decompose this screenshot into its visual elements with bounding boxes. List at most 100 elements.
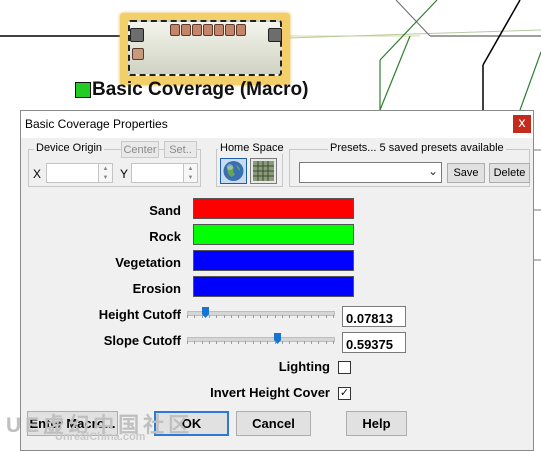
node-output-port[interactable] (268, 28, 282, 42)
lighting-label: Lighting (278, 359, 330, 374)
node-side-port[interactable] (132, 48, 144, 60)
y-spin-arrows[interactable]: ▲ ▼ (183, 164, 197, 182)
height-cutoff-slider[interactable] (187, 307, 335, 323)
slider-tick (289, 315, 290, 318)
node-input-port[interactable] (130, 28, 144, 42)
globe-icon (223, 161, 244, 181)
presets-dropdown[interactable]: ⌄ (299, 162, 442, 183)
slider-tick (326, 315, 327, 318)
slider-tick (253, 315, 254, 318)
watermark-url: UnrealChina.com (55, 431, 146, 443)
node-top-port[interactable] (225, 24, 235, 36)
slider-tick (194, 315, 195, 318)
slider-tick (289, 341, 290, 344)
sand-color-swatch[interactable] (193, 198, 354, 219)
slider-tick (209, 341, 210, 344)
dialog-title: Basic Coverage Properties (25, 117, 168, 131)
center-button[interactable]: Center (121, 141, 159, 158)
slider-tick (231, 315, 232, 318)
device-origin-label: Device Origin (34, 142, 105, 154)
y-label: Y (120, 167, 129, 181)
slider-tick (275, 315, 276, 318)
slider-tick (333, 315, 334, 318)
node-status-icon (75, 82, 91, 98)
close-button[interactable]: x (513, 115, 531, 133)
vegetation-label: Vegetation (115, 255, 181, 270)
chevron-down-icon: ⌄ (427, 164, 438, 178)
slider-tick (245, 315, 246, 318)
slider-tick (333, 341, 334, 344)
slider-tick (216, 341, 217, 344)
slider-tick (267, 341, 268, 344)
delete-preset-button[interactable]: Delete (489, 163, 530, 183)
lighting-checkbox[interactable] (338, 361, 351, 374)
slider-tick (282, 341, 283, 344)
properties-dialog: Basic Coverage Properties x Device Origi… (20, 110, 534, 451)
sand-label: Sand (149, 203, 181, 218)
node-top-port[interactable] (236, 24, 246, 36)
slider-tick (275, 341, 276, 344)
erosion-label: Erosion (132, 281, 181, 296)
node-top-port[interactable] (192, 24, 202, 36)
slider-tick (260, 315, 261, 318)
macro-node[interactable] (128, 20, 282, 76)
slider-tick (231, 341, 232, 344)
y-spinbox[interactable]: ▲ ▼ (131, 163, 198, 183)
grid-space-button[interactable] (250, 158, 277, 184)
slider-tick (238, 341, 239, 344)
globe-space-button[interactable] (220, 158, 247, 184)
x-spin-arrows[interactable]: ▲ ▼ (98, 164, 112, 182)
slider-tick (318, 315, 319, 318)
slider-tick (304, 315, 305, 318)
slider-tick (224, 315, 225, 318)
slider-tick (253, 341, 254, 344)
home-space-label: Home Space (218, 142, 286, 154)
slope-cutoff-value[interactable]: 0.59375 (342, 332, 406, 353)
slope-cutoff-slider[interactable] (187, 333, 335, 349)
slider-tick (267, 315, 268, 318)
set-button[interactable]: Set.. (164, 141, 197, 158)
node-top-port[interactable] (203, 24, 213, 36)
slider-tick (202, 341, 203, 344)
invert-height-cover-checkbox[interactable]: ✓ (338, 387, 351, 400)
x-label: X (33, 167, 42, 181)
slider-tick (238, 315, 239, 318)
slope-cutoff-label: Slope Cutoff (103, 333, 181, 348)
rock-label: Rock (149, 229, 181, 244)
cancel-button[interactable]: Cancel (236, 411, 311, 436)
height-cutoff-value[interactable]: 0.07813 (342, 306, 406, 327)
slider-tick (311, 315, 312, 318)
x-spinbox[interactable]: ▲ ▼ (46, 163, 113, 183)
slider-tick (202, 315, 203, 318)
slider-tick (318, 341, 319, 344)
slider-tick (311, 341, 312, 344)
node-top-port[interactable] (170, 24, 180, 36)
slider-tick (282, 315, 283, 318)
slider-tick (209, 315, 210, 318)
slider-tick (304, 341, 305, 344)
vegetation-color-swatch[interactable] (193, 250, 354, 271)
slider-tick (326, 341, 327, 344)
save-preset-button[interactable]: Save (447, 163, 485, 183)
height-cutoff-thumb[interactable] (202, 307, 209, 318)
slider-tick (260, 341, 261, 344)
dialog-titlebar[interactable]: Basic Coverage Properties x (21, 111, 533, 138)
node-top-port[interactable] (214, 24, 224, 36)
height-cutoff-label: Height Cutoff (98, 307, 181, 322)
slider-tick (224, 341, 225, 344)
invert-height-cover-label: Invert Height Cover (210, 385, 330, 400)
slider-tick (194, 341, 195, 344)
help-button[interactable]: Help (346, 411, 407, 436)
rock-color-swatch[interactable] (193, 224, 354, 245)
node-top-port[interactable] (181, 24, 191, 36)
slider-tick (187, 315, 188, 318)
slider-tick (297, 341, 298, 344)
slider-tick (297, 315, 298, 318)
grid-icon (253, 161, 274, 181)
slider-tick (245, 341, 246, 344)
check-icon: ✓ (339, 387, 350, 399)
presets-label: Presets... 5 saved presets available (328, 142, 506, 154)
slider-tick (216, 315, 217, 318)
erosion-color-swatch[interactable] (193, 276, 354, 297)
node-label: Basic Coverage (Macro) (92, 79, 309, 100)
